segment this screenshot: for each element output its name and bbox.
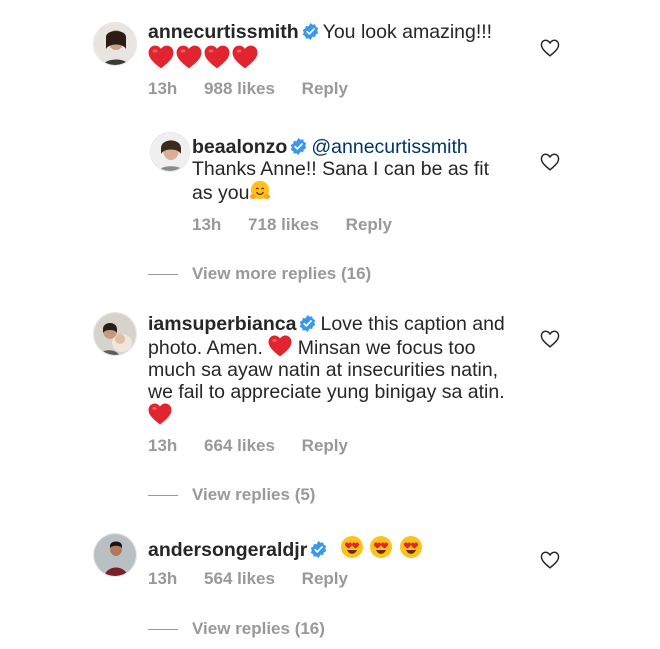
hugging-face-emoji-icon xyxy=(249,180,271,202)
username[interactable]: annecurtissmith xyxy=(148,21,299,43)
likes-count[interactable]: 564 likes xyxy=(204,569,275,588)
view-replies-button[interactable]: View replies (5) xyxy=(148,485,315,505)
avatar[interactable] xyxy=(93,22,137,66)
comment-text: iamsuperbianca Love this caption and phot… xyxy=(148,313,505,427)
like-heart-icon[interactable] xyxy=(540,330,560,348)
red-heart-icon xyxy=(232,45,258,69)
hearts-emoji-row xyxy=(148,45,258,69)
mention-link[interactable]: @annecurtissmith xyxy=(311,136,467,158)
view-replies-button[interactable]: View replies (16) xyxy=(148,619,325,639)
divider-line xyxy=(148,628,178,630)
heart-eyes-emoji-icon xyxy=(369,535,393,559)
divider-line xyxy=(148,273,178,275)
view-replies-label[interactable]: View replies (16) xyxy=(192,619,325,639)
verified-icon xyxy=(302,23,319,40)
avatar[interactable] xyxy=(150,132,190,172)
likes-count[interactable]: 664 likes xyxy=(204,436,275,455)
username[interactable]: andersongeraldjr xyxy=(148,539,307,561)
comment-text: annecurtissmith You look amazing!!! xyxy=(148,21,492,43)
red-heart-icon xyxy=(176,45,202,69)
view-replies-label[interactable]: View replies (5) xyxy=(192,485,315,505)
comment-body-line2b: Minsan we focus too xyxy=(297,337,476,359)
comment-body: You look amazing!!! xyxy=(322,21,493,43)
likes-count[interactable]: 988 likes xyxy=(204,79,275,98)
red-heart-icon xyxy=(204,45,230,69)
view-more-replies-button[interactable]: View more replies (16) xyxy=(148,264,371,284)
verified-icon xyxy=(310,541,327,558)
reply-button[interactable]: Reply xyxy=(302,569,348,588)
divider-line xyxy=(148,494,178,496)
comment-body-line1: Thanks Anne!! Sana I can be as fit xyxy=(192,158,490,180)
red-heart-icon xyxy=(268,335,292,357)
username[interactable]: iamsuperbianca xyxy=(148,313,296,335)
comment-body-line1: Love this caption and xyxy=(320,313,505,335)
verified-icon xyxy=(299,315,316,332)
comment-text: beaalonzo @annecurtissmith Thanks Anne!! … xyxy=(192,136,489,204)
heart-eyes-emoji-icon xyxy=(399,535,423,559)
comment-meta: 13h 718 likes Reply xyxy=(192,215,414,235)
username[interactable]: beaalonzo xyxy=(192,136,287,158)
comment-meta: 13h 664 likes Reply xyxy=(148,436,370,456)
like-heart-icon[interactable] xyxy=(540,153,560,171)
comment-meta: 13h 564 likes Reply xyxy=(148,569,370,589)
comment-body-line3: much sa ayaw natin at insecurities natin… xyxy=(148,359,499,381)
comment-body-line2: as you xyxy=(192,182,250,204)
heart-eyes-emoji-icon xyxy=(340,535,364,559)
red-heart-icon xyxy=(148,45,174,69)
avatar[interactable] xyxy=(93,312,137,356)
avatar[interactable] xyxy=(93,533,137,577)
comment-meta: 13h 988 likes Reply xyxy=(148,79,370,99)
timestamp: 13h xyxy=(148,79,178,98)
reply-button[interactable]: Reply xyxy=(346,215,392,234)
like-heart-icon[interactable] xyxy=(540,551,560,569)
timestamp: 13h xyxy=(148,436,178,455)
view-replies-label[interactable]: View more replies (16) xyxy=(192,264,371,284)
reply-button[interactable]: Reply xyxy=(302,79,348,98)
red-heart-icon xyxy=(148,403,172,425)
likes-count[interactable]: 718 likes xyxy=(248,215,319,234)
comment-text: andersongeraldjr xyxy=(148,535,423,561)
timestamp: 13h xyxy=(192,215,222,234)
verified-icon xyxy=(290,138,307,155)
comment-body-line4: we fail to appreciate yung binigay sa at… xyxy=(148,381,505,403)
comment-body-line2a: photo. Amen. xyxy=(148,337,263,359)
timestamp: 13h xyxy=(148,569,178,588)
reply-button[interactable]: Reply xyxy=(302,436,348,455)
like-heart-icon[interactable] xyxy=(540,39,560,57)
